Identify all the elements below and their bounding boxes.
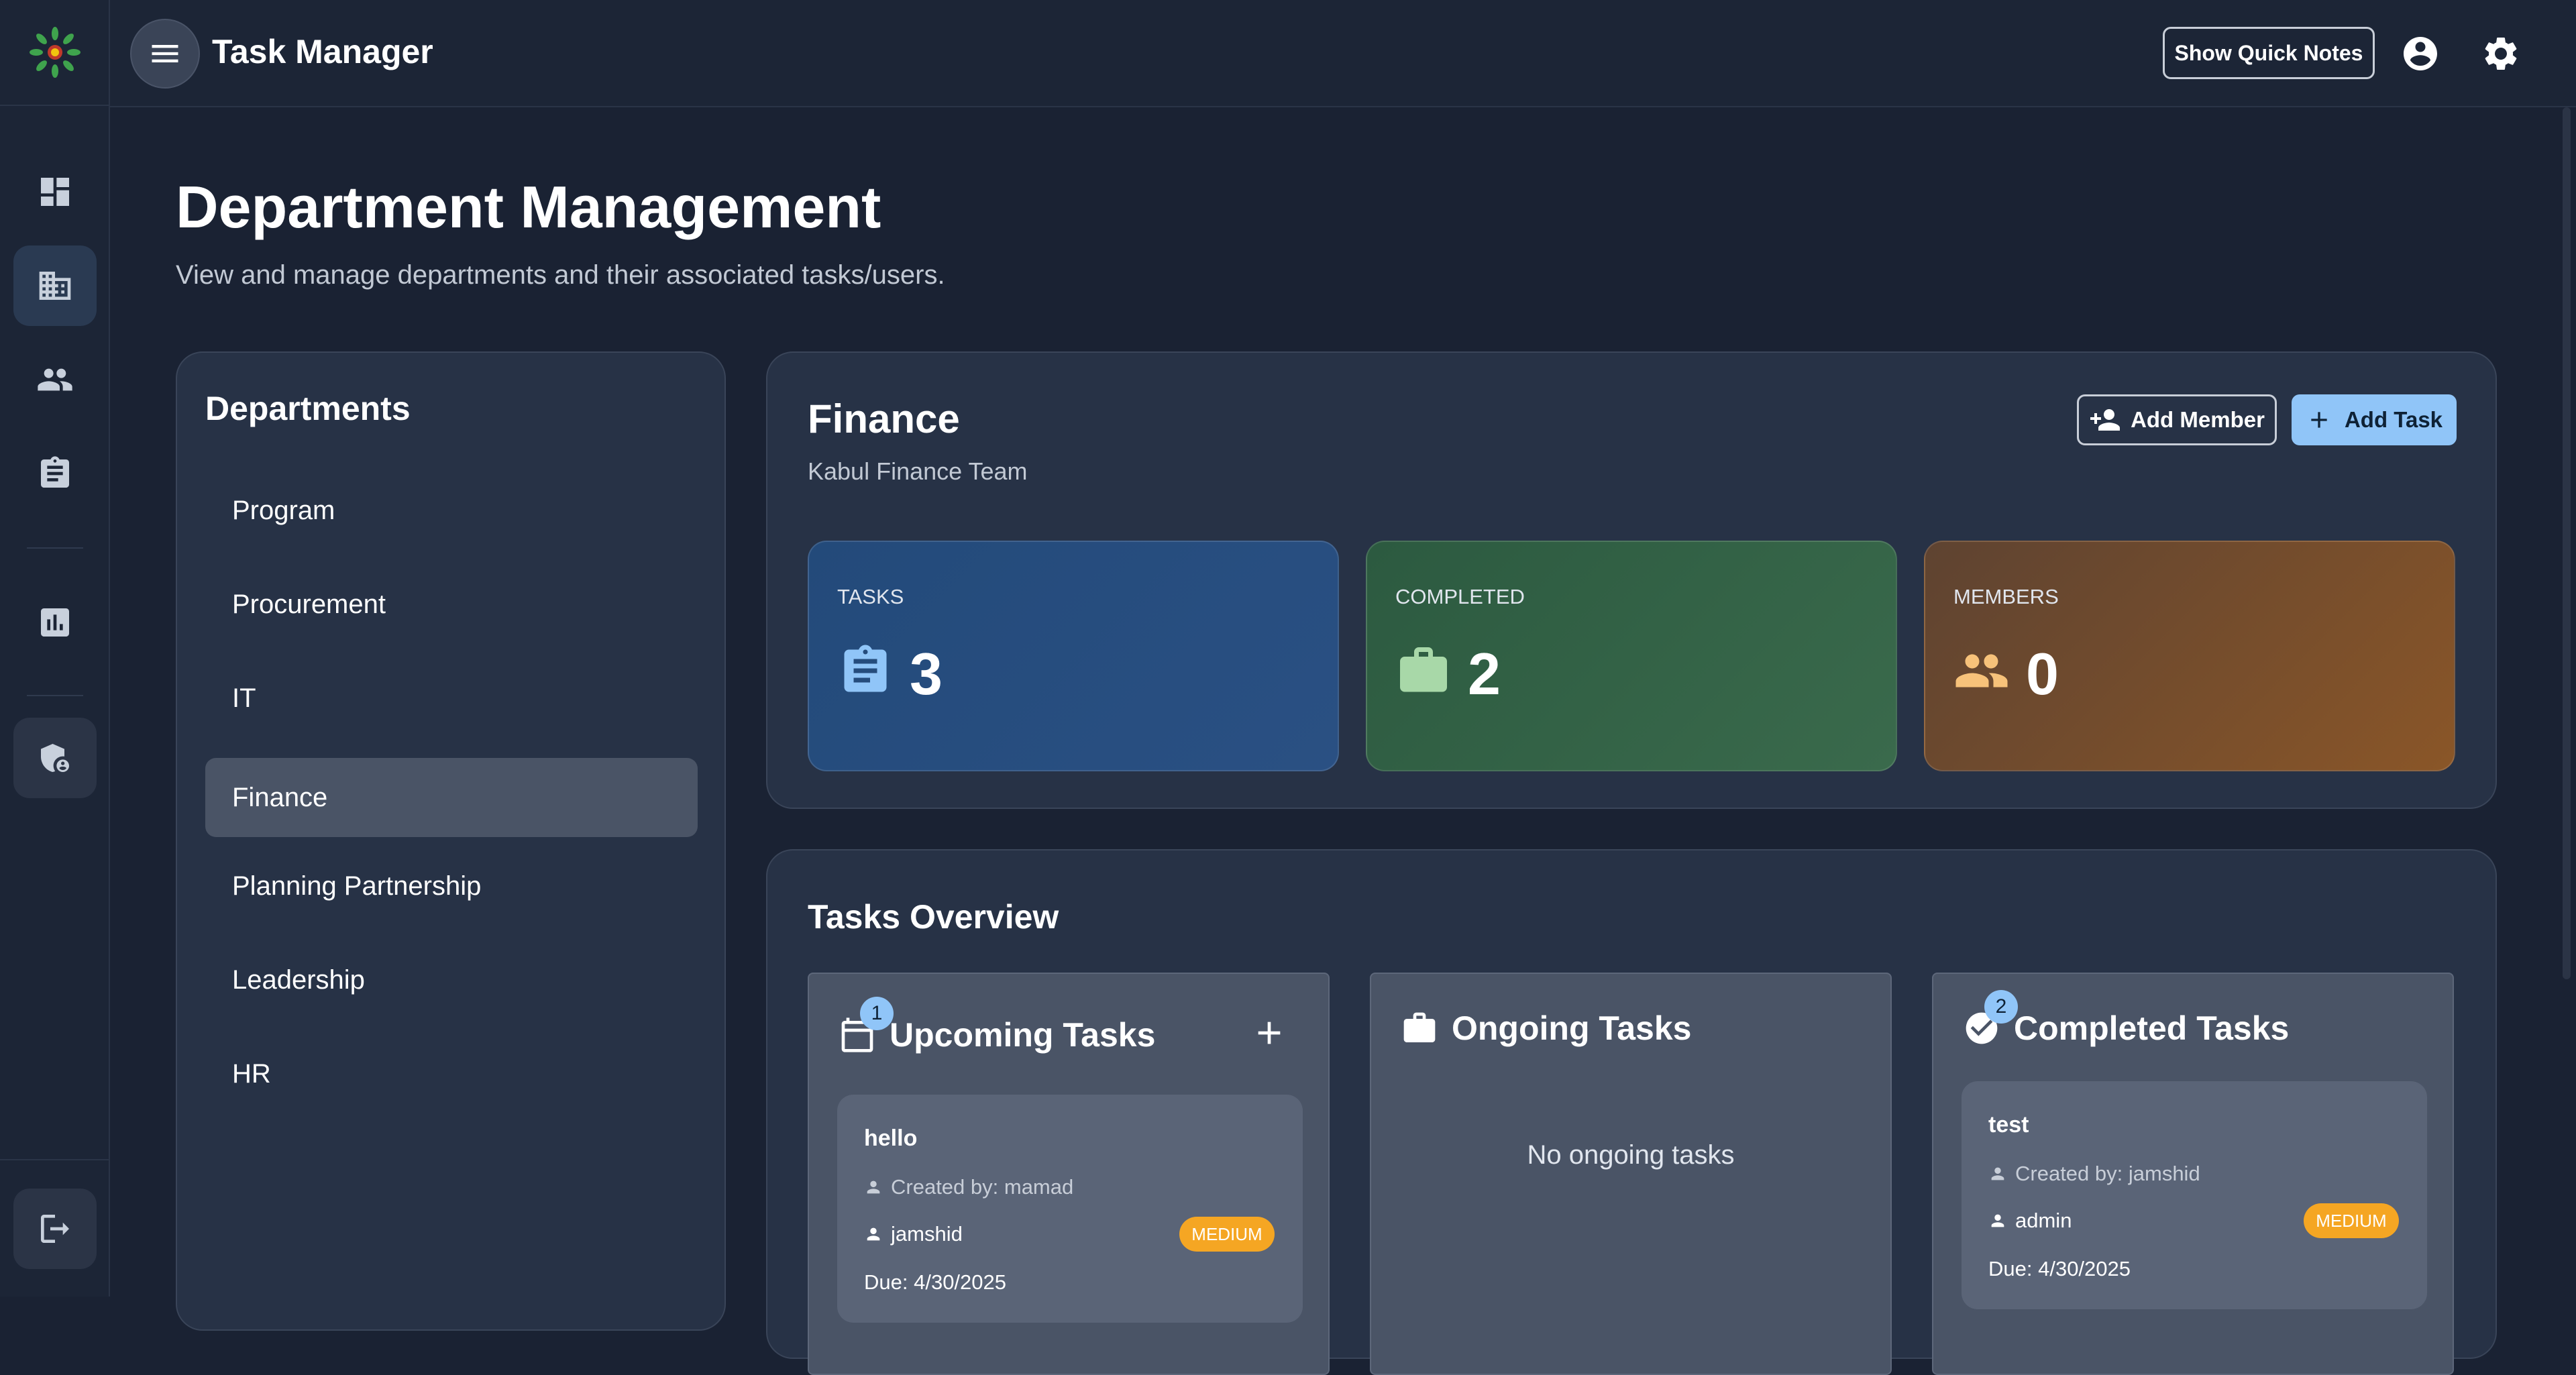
nav-tasks-button[interactable] xyxy=(13,433,97,514)
department-item-planning-partnership[interactable]: Planning Partnership xyxy=(205,846,698,926)
completed-tasks-column: Completed Tasks 2 test Created by: jamsh… xyxy=(1932,973,2454,1375)
stat-card-completed: COMPLETED 2 xyxy=(1366,541,1897,771)
departments-panel: Departments Program Procurement IT Finan… xyxy=(176,351,726,1331)
task-name: test xyxy=(1988,1112,2029,1138)
task-creator: Created by: mamad xyxy=(864,1175,1073,1199)
upcoming-tasks-title: Upcoming Tasks xyxy=(890,1016,1156,1054)
task-creator-text: Created by: jamshid xyxy=(2015,1162,2200,1185)
show-quick-notes-button[interactable]: Show Quick Notes xyxy=(2163,27,2375,79)
department-item-hr[interactable]: HR xyxy=(205,1034,698,1113)
task-due-date: Due: 4/30/2025 xyxy=(864,1270,1007,1294)
task-assignee: admin xyxy=(1988,1209,2072,1233)
stat-card-tasks: TASKS 3 xyxy=(808,541,1339,771)
nav-reports-button[interactable] xyxy=(13,582,97,663)
upcoming-count-badge: 1 xyxy=(860,997,894,1030)
ongoing-tasks-column: Ongoing Tasks No ongoing tasks xyxy=(1370,973,1892,1375)
task-assignee: jamshid xyxy=(864,1222,963,1246)
add-upcoming-task-button[interactable] xyxy=(1250,1014,1288,1052)
bar-chart-icon xyxy=(41,608,69,637)
briefcase-icon xyxy=(1403,1012,1436,1042)
nav-users-button[interactable] xyxy=(13,339,97,420)
app-logo-icon xyxy=(28,25,82,79)
tasks-overview-title: Tasks Overview xyxy=(808,898,1059,936)
department-name: Finance xyxy=(808,396,960,441)
stat-completed-label: COMPLETED xyxy=(1395,585,1525,608)
add-member-label: Add Member xyxy=(2131,407,2265,432)
task-assignee-text: jamshid xyxy=(891,1222,963,1246)
building-icon xyxy=(39,272,71,300)
stat-members-value: 0 xyxy=(2026,641,2059,707)
stat-completed-value: 2 xyxy=(1468,641,1501,707)
shield-admin-icon xyxy=(41,744,69,772)
hamburger-menu-icon xyxy=(152,45,178,62)
person-icon xyxy=(1991,1214,2004,1227)
task-name: hello xyxy=(864,1125,918,1151)
page-title: Department Management xyxy=(176,174,881,240)
upcoming-tasks-column: Upcoming Tasks 1 hello Created by: mamad… xyxy=(808,973,1330,1375)
logout-button[interactable] xyxy=(13,1189,97,1269)
department-item-finance[interactable]: Finance xyxy=(205,758,698,837)
clipboard-icon xyxy=(844,645,887,692)
departments-heading: Departments xyxy=(205,390,411,427)
ongoing-empty-message: No ongoing tasks xyxy=(1527,1140,1735,1170)
menu-toggle-button[interactable] xyxy=(130,19,200,89)
department-detail-panel: Finance Kabul Finance Team Add Member Ad… xyxy=(766,351,2497,809)
task-due-date: Due: 4/30/2025 xyxy=(1988,1257,2131,1280)
top-header: Task Manager Show Quick Notes xyxy=(110,0,2576,107)
plus-icon xyxy=(1258,1022,1281,1044)
gear-icon xyxy=(2485,38,2517,70)
account-button[interactable] xyxy=(2396,30,2445,78)
stat-tasks-value: 3 xyxy=(910,641,943,707)
plus-icon xyxy=(2311,412,2327,428)
person-add-icon xyxy=(2090,409,2121,431)
task-creator: Created by: jamshid xyxy=(1988,1162,2200,1186)
add-task-label: Add Task xyxy=(2344,407,2443,432)
stat-members-label: MEMBERS xyxy=(1953,585,2059,608)
person-icon xyxy=(867,1180,880,1194)
task-card[interactable]: test Created by: jamshid admin MEDIUM Du… xyxy=(1962,1081,2427,1309)
add-member-button[interactable]: Add Member xyxy=(2077,394,2277,445)
account-circle-icon xyxy=(2404,37,2437,70)
priority-badge: MEDIUM xyxy=(2304,1203,2399,1238)
department-item-procurement[interactable]: Procurement xyxy=(205,565,698,644)
department-item-program[interactable]: Program xyxy=(205,471,698,550)
person-icon xyxy=(867,1227,880,1241)
ongoing-tasks-title: Ongoing Tasks xyxy=(1452,1009,1692,1047)
people-icon xyxy=(38,368,72,391)
sidebar-rail xyxy=(0,0,110,1297)
app-title: Task Manager xyxy=(212,33,433,70)
priority-badge: MEDIUM xyxy=(1179,1217,1275,1252)
completed-count-badge: 2 xyxy=(1984,990,2018,1024)
task-creator-text: Created by: mamad xyxy=(891,1175,1074,1199)
clipboard-icon xyxy=(41,456,69,488)
people-icon xyxy=(1955,654,2008,688)
ongoing-tasks-header: Ongoing Tasks xyxy=(1401,1009,1691,1048)
logout-icon xyxy=(41,1215,69,1243)
page-subtitle: View and manage departments and their as… xyxy=(176,260,945,290)
stat-card-members: MEMBERS 0 xyxy=(1924,541,2455,771)
task-assignee-text: admin xyxy=(2015,1209,2072,1232)
completed-tasks-title: Completed Tasks xyxy=(2014,1009,2290,1047)
dashboard-icon xyxy=(41,178,69,206)
settings-button[interactable] xyxy=(2477,30,2525,78)
nav-admin-button[interactable] xyxy=(13,718,97,798)
add-task-button[interactable]: Add Task xyxy=(2292,394,2457,445)
task-card[interactable]: hello Created by: mamad jamshid MEDIUM D… xyxy=(837,1095,1303,1323)
nav-departments-button[interactable] xyxy=(13,245,97,326)
page-scrollbar[interactable] xyxy=(2563,107,2571,979)
department-item-it[interactable]: IT xyxy=(205,659,698,738)
department-item-leadership[interactable]: Leadership xyxy=(205,940,698,1020)
stat-tasks-label: TASKS xyxy=(837,585,904,608)
briefcase-icon xyxy=(1400,647,1447,692)
person-icon xyxy=(1991,1167,2004,1180)
nav-dashboard-button[interactable] xyxy=(13,152,97,232)
tasks-overview-panel: Tasks Overview Upcoming Tasks 1 hello Cr… xyxy=(766,849,2497,1375)
department-description: Kabul Finance Team xyxy=(808,457,1028,485)
